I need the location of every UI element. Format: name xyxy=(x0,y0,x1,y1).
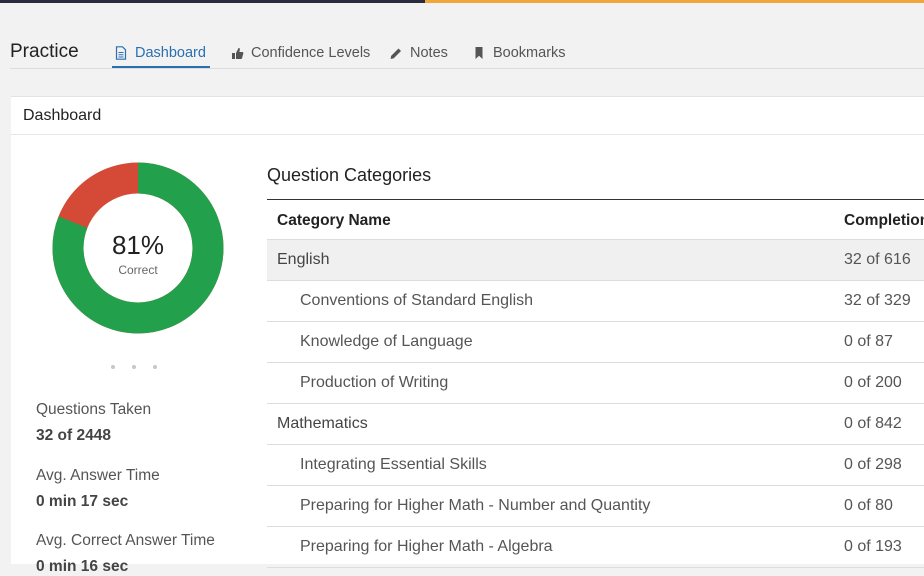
category-name: Conventions of Standard English xyxy=(300,292,534,309)
thumbs-up-icon xyxy=(230,46,244,60)
category-completion: 0 of 200 xyxy=(844,374,902,391)
category-completion: 32 of 616 xyxy=(844,251,911,268)
stat-avg-correct-time-value: 0 min 16 sec xyxy=(36,558,129,575)
table-row[interactable]: Conventions of Standard English 32 of 32… xyxy=(267,281,924,322)
table-row[interactable]: Preparing for Higher Math - Algebra 0 of… xyxy=(267,527,924,568)
category-name: Mathematics xyxy=(277,415,368,432)
column-header-category-name[interactable]: Category Name xyxy=(277,212,391,230)
category-completion: 32 of 329 xyxy=(844,292,911,309)
carousel-dot[interactable] xyxy=(111,365,115,369)
category-completion: 0 of 842 xyxy=(844,415,902,432)
table-row[interactable]: English 32 of 616 xyxy=(267,240,924,281)
carousel-dot[interactable] xyxy=(153,365,157,369)
category-name: English xyxy=(277,251,330,268)
categories-table: Category Name Completion English 32 of 6… xyxy=(267,199,924,568)
tab-label: Dashboard xyxy=(135,45,206,61)
percent-correct: 81% xyxy=(111,230,165,260)
tab-dashboard[interactable]: Dashboard xyxy=(112,38,210,69)
percent-correct-caption: Correct xyxy=(118,263,158,277)
document-icon xyxy=(114,46,128,60)
category-name: Knowledge of Language xyxy=(300,333,473,350)
tab-divider xyxy=(10,68,924,69)
top-accent-bar xyxy=(0,0,924,3)
stat-avg-answer-time-value: 0 min 17 sec xyxy=(36,493,129,510)
carousel-dot[interactable] xyxy=(132,365,136,369)
carousel-dots[interactable] xyxy=(111,365,157,369)
table-row[interactable]: Production of Writing 0 of 200 xyxy=(267,363,924,404)
stat-questions-taken-value: 32 of 2448 xyxy=(36,427,111,444)
stat-avg-correct-time-label: Avg. Correct Answer Time xyxy=(36,532,215,549)
tab-label: Bookmarks xyxy=(493,45,566,61)
bookmark-icon xyxy=(472,46,486,60)
table-row[interactable]: Preparing for Higher Math - Number and Q… xyxy=(267,486,924,527)
category-name: Production of Writing xyxy=(300,374,449,391)
tab-label: Notes xyxy=(410,45,448,61)
table-header: Category Name Completion xyxy=(267,199,924,240)
panel-title: Dashboard xyxy=(23,107,102,124)
table-row[interactable]: Integrating Essential Skills 0 of 298 xyxy=(267,445,924,486)
pencil-icon xyxy=(389,46,403,60)
tab-label: Confidence Levels xyxy=(251,45,371,61)
category-completion: 0 of 298 xyxy=(844,456,902,473)
top-accent-orange xyxy=(425,0,924,3)
stat-questions-taken-label: Questions Taken xyxy=(36,401,152,418)
top-accent-dark xyxy=(0,0,425,3)
category-completion: 0 of 193 xyxy=(844,538,902,555)
stat-avg-answer-time-label: Avg. Answer Time xyxy=(36,467,160,484)
category-completion: 0 of 80 xyxy=(844,497,893,514)
column-header-completion[interactable]: Completion xyxy=(844,212,924,230)
tab-notes[interactable]: Notes xyxy=(389,38,448,68)
table-row[interactable]: Knowledge of Language 0 of 87 xyxy=(267,322,924,363)
tab-confidence-levels[interactable]: Confidence Levels xyxy=(230,38,370,68)
table-row[interactable]: Mathematics 0 of 842 xyxy=(267,404,924,445)
page-title: Practice xyxy=(10,41,79,62)
question-categories-title: Question Categories xyxy=(267,165,432,185)
category-name: Preparing for Higher Math - Algebra xyxy=(300,538,553,555)
tab-bookmarks[interactable]: Bookmarks xyxy=(472,38,566,68)
panel-header: Dashboard xyxy=(11,97,924,135)
category-name: Integrating Essential Skills xyxy=(300,456,487,473)
category-name: Preparing for Higher Math - Number and Q… xyxy=(300,497,651,514)
dashboard-panel: Dashboard 81% Correct Questions Taken 32… xyxy=(11,96,924,575)
category-completion: 0 of 87 xyxy=(844,333,893,350)
